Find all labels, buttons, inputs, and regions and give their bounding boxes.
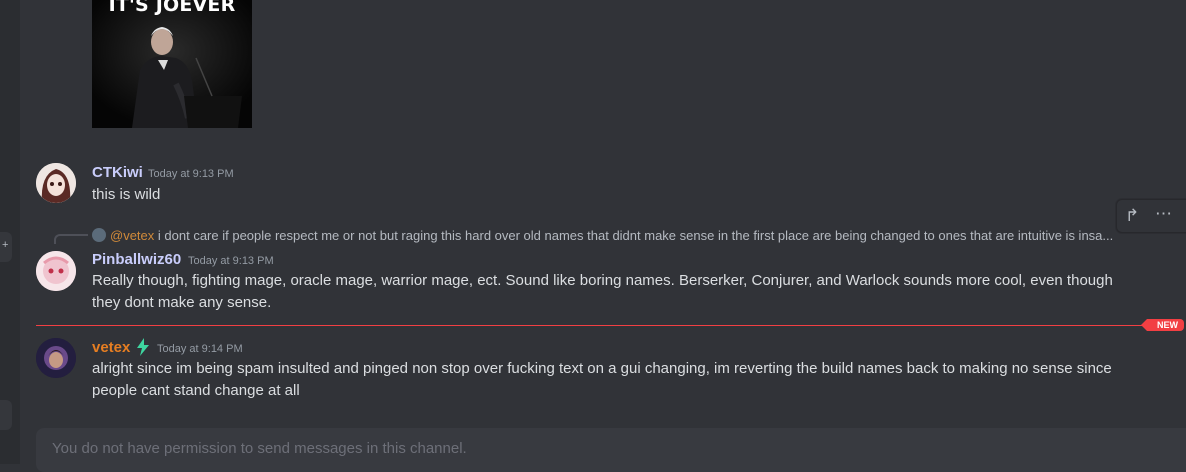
meme-image[interactable]: IT'S JOEVER xyxy=(92,0,252,128)
timestamp: Today at 9:13 PM xyxy=(148,168,234,180)
meme-photo xyxy=(92,0,252,128)
avatar[interactable] xyxy=(36,338,76,378)
username[interactable]: CTKiwi xyxy=(92,164,143,181)
avatar[interactable] xyxy=(36,251,76,291)
new-messages-divider xyxy=(36,325,1148,326)
message-composer: You do not have permission to send messa… xyxy=(36,428,1186,472)
sidebar-edge: + xyxy=(0,0,20,464)
username[interactable]: Pinballwiz60 xyxy=(92,251,181,268)
reply-mention[interactable]: @vetex xyxy=(110,228,154,243)
message-text: this is wild xyxy=(92,186,161,203)
add-icon[interactable]: + xyxy=(0,232,12,262)
sidebar-icon[interactable] xyxy=(0,360,12,380)
new-badge: NEW xyxy=(1141,319,1184,331)
timestamp: Today at 9:13 PM xyxy=(188,255,274,267)
timestamp: Today at 9:14 PM xyxy=(157,343,243,355)
forward-arrow-icon[interactable]: ↱ xyxy=(1125,206,1139,226)
reply-avatar xyxy=(92,228,106,242)
more-dots-icon[interactable]: ⋯ xyxy=(1155,204,1173,224)
reply-connector xyxy=(54,234,88,244)
reply-text: i dont care if people respect me or not … xyxy=(157,228,1114,243)
message-text: alright since im being spam insulted and… xyxy=(92,360,1112,399)
username[interactable]: vetex xyxy=(92,339,130,356)
avatar[interactable] xyxy=(36,163,76,203)
message-text: Really though, fighting mage, oracle mag… xyxy=(92,272,1113,311)
reply-preview[interactable]: @vetex i dont care if people respect me … xyxy=(92,228,1152,243)
sidebar-item[interactable] xyxy=(0,400,12,430)
meme-caption: IT'S JOEVER xyxy=(108,0,236,16)
composer-placeholder: You do not have permission to send messa… xyxy=(52,440,467,457)
